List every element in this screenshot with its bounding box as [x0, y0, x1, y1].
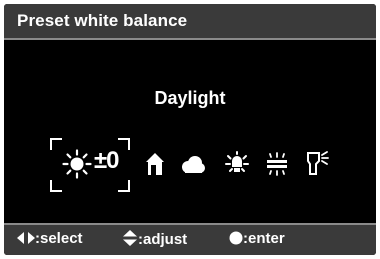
adjust-value: ±0 [94, 147, 120, 174]
sun-icon[interactable] [62, 149, 92, 184]
enter-hint: :enter [229, 230, 285, 247]
preset-icon-row: ±0 [4, 4, 376, 255]
up-down-arrows-icon [123, 230, 137, 246]
flash-icon[interactable] [305, 150, 329, 181]
cloud-icon[interactable] [180, 155, 206, 180]
footer-bar: :select :adjust :enter [4, 225, 376, 255]
adjust-hint: :adjust [122, 230, 187, 248]
fluorescent-icon[interactable] [264, 152, 290, 181]
ok-button-icon [229, 231, 243, 245]
house-shade-icon[interactable] [145, 152, 165, 181]
enter-hint-label: :enter [243, 230, 285, 247]
light-bulb-icon[interactable] [224, 151, 250, 182]
select-hint: :select [17, 230, 83, 247]
adjust-hint-label: :adjust [138, 231, 188, 248]
left-right-arrows-icon [17, 232, 35, 244]
camera-menu-screen: Preset white balance Daylight ±0:select… [4, 4, 376, 255]
select-hint-label: :select [35, 230, 83, 247]
